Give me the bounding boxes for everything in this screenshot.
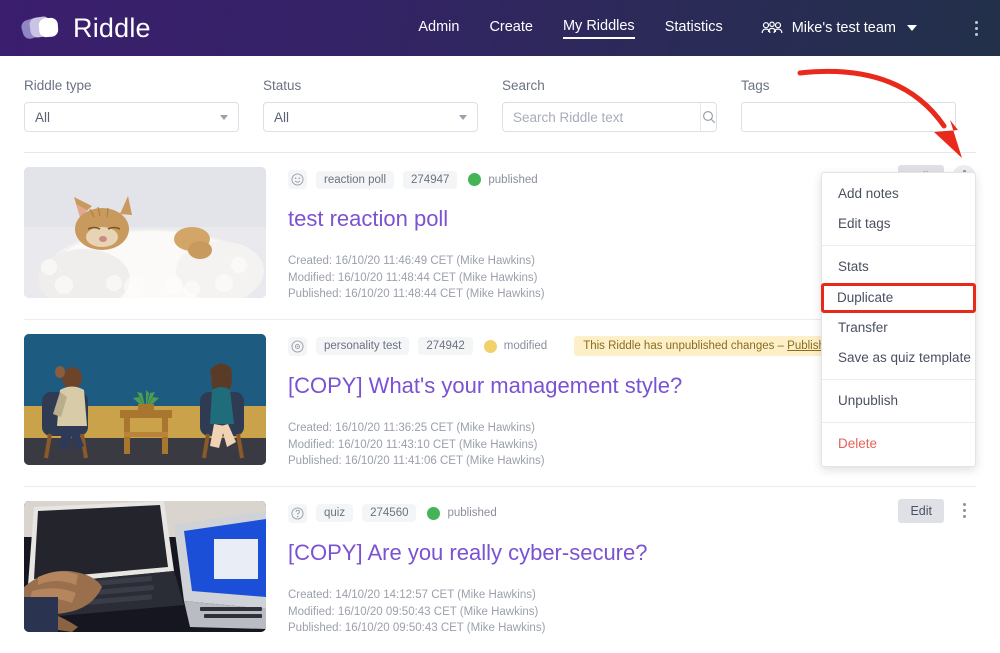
menu-item-edit-tags[interactable]: Edit tags	[822, 209, 975, 239]
question-mark-icon	[288, 504, 307, 523]
menu-divider	[822, 245, 975, 246]
row-kebab-menu-button[interactable]	[952, 499, 976, 523]
nav-item-my-riddles[interactable]: My Riddles	[563, 18, 635, 39]
riddle-title-link[interactable]: [COPY] Are you really cyber-secure?	[288, 540, 976, 566]
created-date: Created: 14/10/20 14:12:57 CET (Mike Haw…	[288, 587, 976, 604]
riddle-type-badge: personality test	[316, 337, 409, 355]
brand-logo[interactable]: Riddle	[22, 13, 151, 44]
status-badge: published	[468, 173, 537, 186]
filter-riddle-type: Riddle type All	[24, 78, 239, 132]
status-dot	[427, 507, 440, 520]
menu-divider	[822, 422, 975, 423]
menu-item-save-as-quiz-template[interactable]: Save as quiz template	[822, 343, 975, 373]
notice-text: This Riddle has unpublished changes –	[583, 340, 787, 352]
menu-item-unpublish[interactable]: Unpublish	[822, 386, 975, 416]
menu-item-delete[interactable]: Delete	[822, 429, 975, 459]
status-label: Status	[263, 78, 478, 93]
status-label: published	[447, 507, 496, 519]
riddle-id-badge: 274947	[403, 171, 457, 189]
status-label: modified	[504, 340, 547, 352]
hands-typing-laptop-image	[24, 501, 266, 632]
riddle-logo-icon	[22, 14, 62, 42]
riddle-type-label: Riddle type	[24, 78, 239, 93]
riddle-type-badge: quiz	[316, 504, 353, 522]
tags-input[interactable]	[741, 102, 956, 132]
filter-tags: Tags	[741, 78, 956, 132]
riddle-id-badge: 274942	[418, 337, 472, 355]
riddle-meta: quiz 274560 published	[288, 503, 976, 524]
menu-item-stats[interactable]: Stats	[822, 252, 975, 282]
unpublished-changes-notice: This Riddle has unpublished changes – Pu…	[574, 336, 858, 356]
status-badge: modified	[484, 340, 547, 353]
sleeping-cat-image	[24, 167, 266, 298]
team-name-label: Mike's test team	[792, 20, 896, 36]
search-submit-button[interactable]	[700, 103, 716, 131]
riddle-dates: Created: 14/10/20 14:12:57 CET (Mike Haw…	[288, 587, 976, 637]
app-header: Riddle Admin Create My Riddles Statistic…	[0, 0, 1000, 56]
status-label: published	[488, 174, 537, 186]
tags-label: Tags	[741, 78, 956, 93]
search-label: Search	[502, 78, 717, 93]
search-icon	[702, 110, 716, 124]
search-input[interactable]	[503, 103, 700, 131]
two-people-talking-image	[24, 334, 266, 465]
filter-search: Search	[502, 78, 717, 132]
status-badge: published	[427, 507, 496, 520]
group-people-icon	[761, 21, 783, 35]
modified-date: Modified: 16/10/20 09:50:43 CET (Mike Ha…	[288, 604, 976, 621]
status-select[interactable]: All	[263, 102, 478, 132]
riddle-type-value: All	[35, 110, 50, 125]
nav-item-admin[interactable]: Admin	[418, 19, 459, 38]
riddle-thumbnail[interactable]	[24, 167, 266, 298]
filter-status: Status All	[263, 78, 478, 132]
chevron-down-icon	[459, 115, 467, 120]
filter-bar: Riddle type All Status All Search Tags	[0, 56, 1000, 152]
smiley-face-icon	[288, 170, 307, 189]
header-overflow-menu-button[interactable]	[975, 21, 978, 36]
status-value: All	[274, 110, 289, 125]
nav-item-create[interactable]: Create	[489, 19, 533, 38]
riddle-actions-dropdown: Add notes Edit tags Stats Duplicate Tran…	[821, 172, 976, 467]
riddle-thumbnail[interactable]	[24, 334, 266, 465]
riddle-type-badge: reaction poll	[316, 171, 394, 189]
published-date: Published: 16/10/20 09:50:43 CET (Mike H…	[288, 620, 976, 637]
target-person-icon	[288, 337, 307, 356]
status-dot	[484, 340, 497, 353]
nav-item-statistics[interactable]: Statistics	[665, 19, 723, 38]
riddle-list-item: quiz 274560 published [COPY] Are you rea…	[24, 486, 976, 653]
brand-name: Riddle	[73, 13, 151, 44]
search-field-wrapper	[502, 102, 717, 132]
edit-button[interactable]: Edit	[898, 499, 944, 523]
chevron-down-icon	[220, 115, 228, 120]
riddle-id-badge: 274560	[362, 504, 416, 522]
team-selector[interactable]: Mike's test team	[761, 20, 917, 36]
riddle-type-select[interactable]: All	[24, 102, 239, 132]
riddle-details: quiz 274560 published [COPY] Are you rea…	[288, 501, 976, 637]
riddle-thumbnail[interactable]	[24, 501, 266, 632]
menu-item-add-notes[interactable]: Add notes	[822, 179, 975, 209]
riddle-row-actions: Edit	[898, 499, 976, 523]
menu-item-duplicate[interactable]: Duplicate	[821, 283, 976, 313]
menu-divider	[822, 379, 975, 380]
status-dot	[468, 173, 481, 186]
menu-item-transfer[interactable]: Transfer	[822, 313, 975, 343]
chevron-down-icon	[907, 25, 917, 31]
main-navigation: Admin Create My Riddles Statistics Mike'…	[418, 18, 982, 39]
